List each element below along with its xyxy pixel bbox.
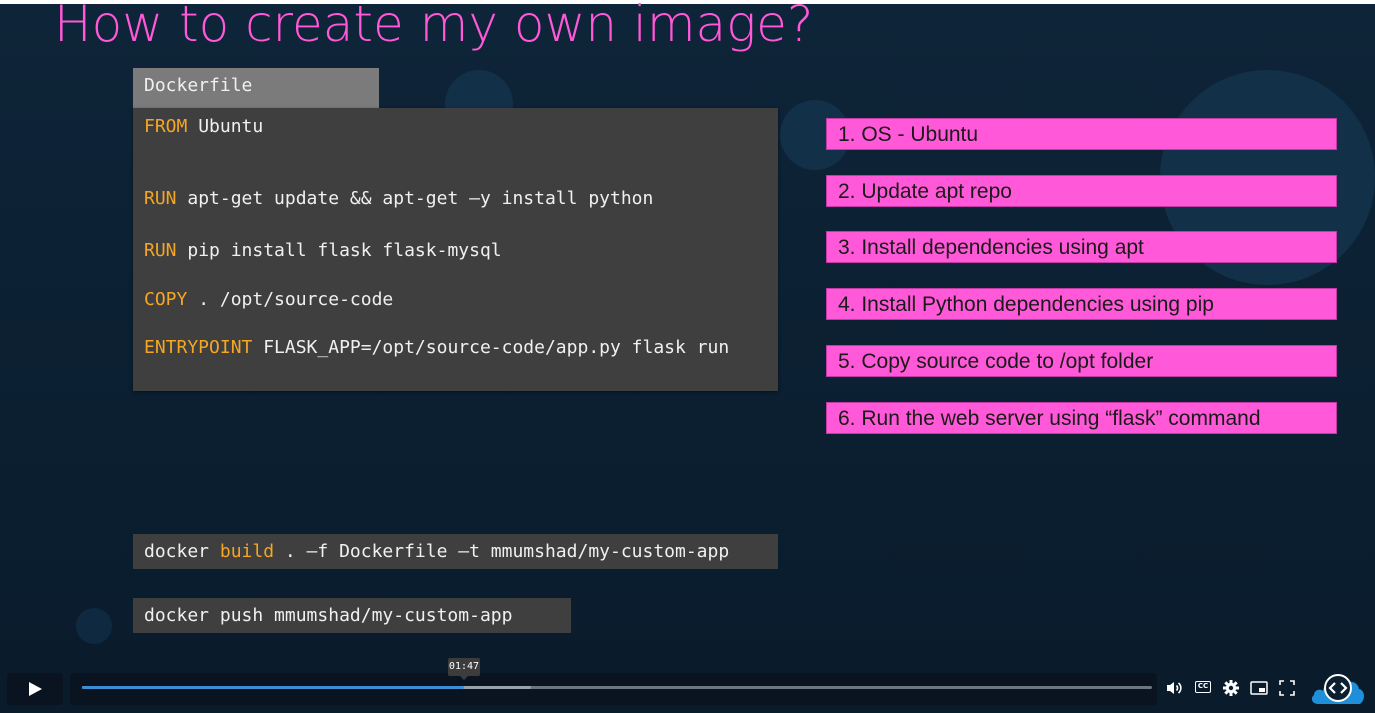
play-icon <box>29 682 42 696</box>
code-cloud-logo-icon[interactable] <box>1310 670 1366 706</box>
step-item: 2. Update apt repo <box>826 175 1337 207</box>
command-keyword: build <box>219 541 275 562</box>
command-text: . –f Dockerfile –t mmumshad/my-custom-ap… <box>274 541 730 562</box>
fullscreen-icon[interactable] <box>1277 678 1297 698</box>
play-button[interactable] <box>7 673 63 705</box>
code-line: FROM Ubuntu <box>144 116 263 137</box>
code-text: apt-get update && apt-get –y install pyt… <box>176 188 654 209</box>
step-item: 4. Install Python dependencies using pip <box>826 288 1337 320</box>
dockerfile-tab: Dockerfile <box>133 68 379 108</box>
code-line: COPY . /opt/source-code <box>144 289 393 310</box>
time-tooltip: 01:47 <box>447 658 480 680</box>
volume-icon[interactable] <box>1164 678 1184 698</box>
captions-label: CC <box>1197 682 1209 690</box>
step-item: 5. Copy source code to /opt folder <box>826 345 1337 377</box>
code-keyword: RUN <box>144 240 177 261</box>
picture-in-picture-icon[interactable] <box>1249 678 1269 698</box>
step-item: 3. Install dependencies using apt <box>826 231 1337 263</box>
background-circle <box>76 608 112 644</box>
code-keyword: FROM <box>144 116 188 137</box>
docker-build-command: docker build . –f Dockerfile –t mmumshad… <box>133 534 778 569</box>
code-keyword: ENTRYPOINT <box>144 337 253 358</box>
code-keyword: COPY <box>144 289 188 310</box>
slide-title: How to create my own image? <box>54 0 814 53</box>
progress-track[interactable] <box>82 686 1152 689</box>
command-text: docker <box>144 541 220 562</box>
code-text: pip install flask flask-mysql <box>176 240 502 261</box>
code-text: Ubuntu <box>187 116 264 137</box>
docker-push-command: docker push mmumshad/my-custom-app <box>133 598 571 633</box>
code-line: ENTRYPOINT FLASK_APP=/opt/source-code/ap… <box>144 337 729 358</box>
code-text: FLASK_APP=/opt/source-code/app.py flask … <box>252 337 730 358</box>
step-item: 1. OS - Ubuntu <box>826 118 1337 150</box>
code-keyword: RUN <box>144 188 177 209</box>
step-item: 6. Run the web server using “flask” comm… <box>826 402 1337 434</box>
settings-icon[interactable] <box>1221 678 1241 698</box>
played-progress <box>82 686 464 689</box>
dockerfile-code-block: FROM Ubuntu RUN apt-get update && apt-ge… <box>133 108 778 391</box>
captions-button[interactable]: CC <box>1194 678 1214 698</box>
code-line: RUN apt-get update && apt-get –y install… <box>144 188 653 209</box>
code-line: RUN pip install flask flask-mysql <box>144 240 502 261</box>
progress-bar-background <box>70 673 1157 705</box>
code-text: . /opt/source-code <box>187 289 394 310</box>
captions-icon: CC <box>1195 681 1211 693</box>
